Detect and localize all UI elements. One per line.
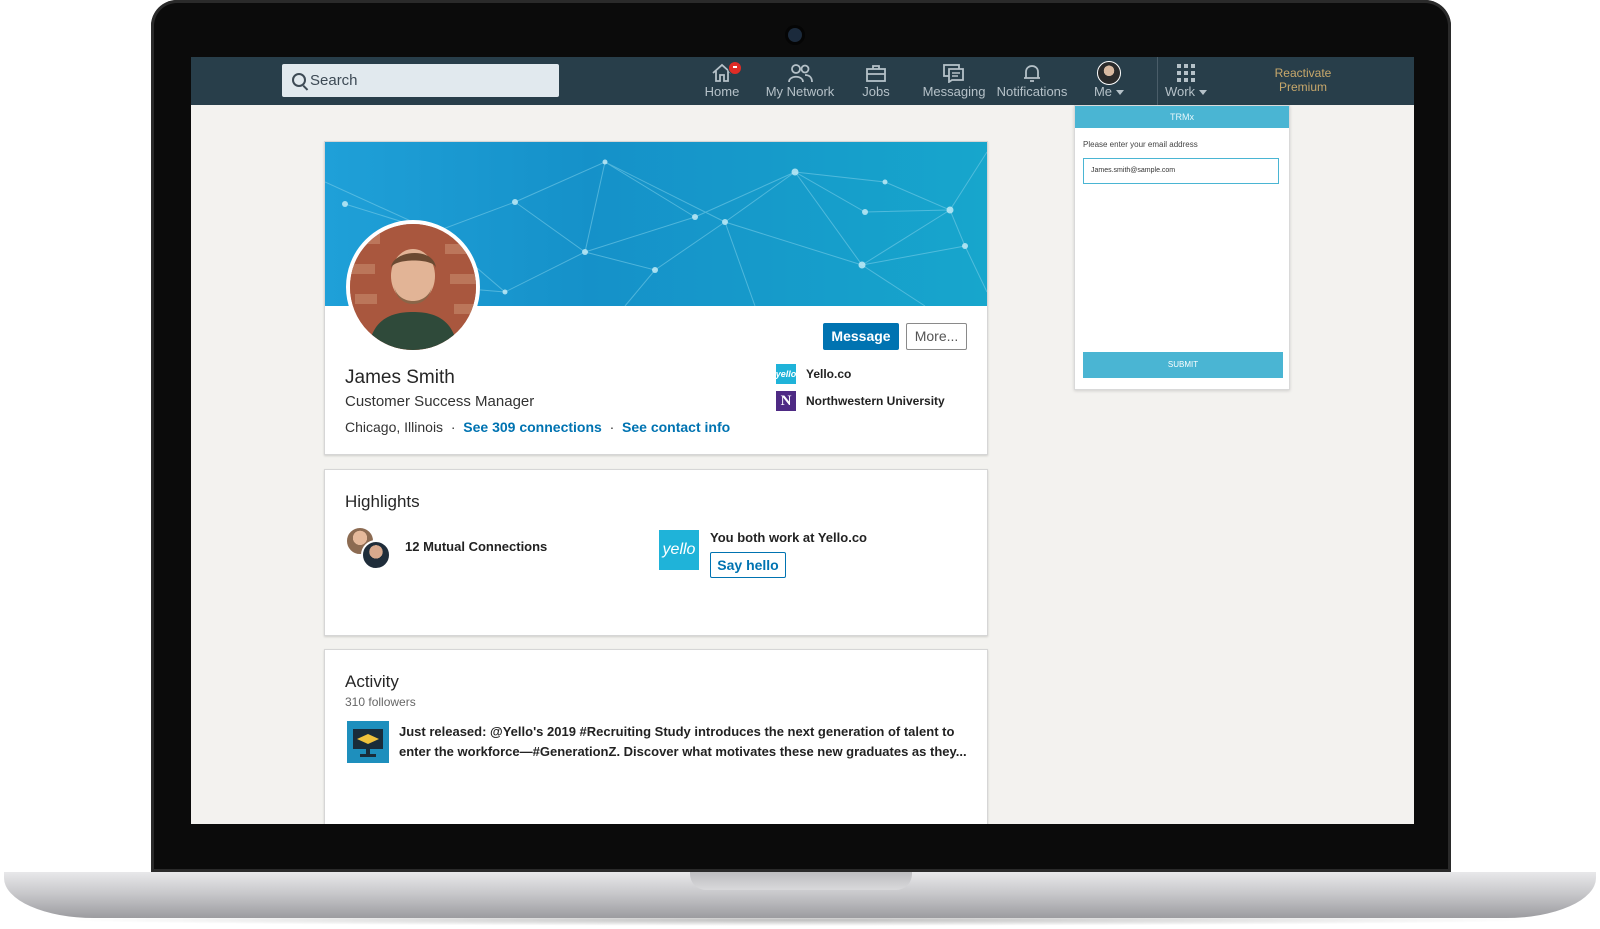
highlights-title: Highlights: [345, 492, 420, 511]
network-icon: [788, 64, 813, 83]
org-name: Northwestern University: [806, 394, 945, 408]
post-line-2: enter the workforce—#GenerationZ. Discov…: [399, 744, 967, 759]
trmx-panel: TRMx Please enter your email address Jam…: [1074, 105, 1290, 390]
see-connections-link[interactable]: See 309 connections: [463, 419, 602, 435]
shared-work-text: You both work at Yello.co: [710, 530, 867, 545]
separator-dot: ·: [446, 419, 460, 435]
premium-line-1: Reactivate: [1274, 66, 1332, 80]
see-contact-info-link[interactable]: See contact info: [622, 419, 730, 435]
location-text: Chicago, Illinois: [345, 419, 444, 435]
messaging-icon: [943, 64, 964, 83]
search-input[interactable]: Search: [282, 64, 559, 97]
followers-count: 310 followers: [345, 695, 416, 709]
top-nav: Search Home My Network Jobs Messaging No…: [191, 57, 1414, 105]
org-northwestern[interactable]: N Northwestern University: [776, 391, 945, 411]
nav-item-jobs[interactable]: Jobs: [856, 61, 896, 105]
email-label: Please enter your email address: [1083, 140, 1198, 149]
email-field[interactable]: James.smith@sample.com: [1083, 158, 1279, 184]
nav-label: Work: [1164, 84, 1196, 99]
mutual-avatars[interactable]: [345, 526, 393, 570]
briefcase-icon: [866, 65, 886, 82]
highlights-card: Highlights 12 Mutual Connections yello Y…: [324, 469, 988, 636]
profile-photo: [346, 220, 480, 354]
northwestern-logo-icon: N: [776, 391, 796, 411]
laptop-notch: [690, 872, 912, 890]
post-text[interactable]: Just released: @Yello's 2019 #Recruiting…: [399, 722, 969, 762]
premium-line-2: Premium: [1278, 80, 1327, 94]
say-hello-button[interactable]: Say hello: [710, 552, 786, 578]
post-thumbnail[interactable]: [347, 721, 389, 763]
grid-icon: [1177, 64, 1195, 82]
search-placeholder: Search: [310, 72, 358, 89]
nav-label: Notifications: [996, 84, 1068, 99]
nav-label: My Network: [765, 84, 835, 99]
camera: [788, 28, 802, 42]
nav-item-home[interactable]: Home: [697, 61, 747, 105]
nav-item-messaging[interactable]: Messaging: [921, 61, 987, 105]
nav-label: Home: [704, 84, 740, 99]
profile-headline: Customer Success Manager: [345, 393, 535, 410]
profile-location-row: Chicago, Illinois · See 309 connections …: [345, 419, 730, 435]
caret-down-icon: [1116, 90, 1125, 96]
org-name: Yello.co: [806, 367, 852, 381]
submit-button[interactable]: SUBMIT: [1083, 352, 1283, 378]
notification-badge: [728, 61, 742, 75]
caret-down-icon: [1199, 90, 1208, 96]
activity-title: Activity: [345, 672, 399, 691]
nav-item-notifications[interactable]: Notifications: [995, 61, 1069, 105]
bell-icon: [1024, 65, 1040, 82]
mutual-connections-text[interactable]: 12 Mutual Connections: [405, 539, 547, 554]
profile-name: James Smith: [345, 367, 455, 388]
avatar: [1097, 61, 1121, 85]
nav-item-work[interactable]: Work: [1161, 61, 1211, 105]
profile-card: Message More... James Smith Customer Suc…: [324, 141, 988, 455]
nav-item-my-network[interactable]: My Network: [764, 61, 836, 105]
graduation-computer-icon: [353, 729, 383, 757]
avatar: [361, 540, 391, 570]
post-line-1: Just released: @Yello's 2019 #Recruiting…: [399, 724, 955, 739]
yello-logo-icon: yello: [776, 364, 796, 384]
more-button[interactable]: More...: [906, 323, 967, 350]
message-button[interactable]: Message: [823, 323, 899, 350]
search-icon: [292, 73, 306, 87]
nav-label: Messaging: [922, 84, 986, 99]
screen: Search Home My Network Jobs Messaging No…: [191, 57, 1414, 824]
trmx-title: TRMx: [1075, 106, 1289, 128]
reactivate-premium-link[interactable]: Reactivate Premium: [1243, 66, 1363, 94]
nav-label: Me: [1093, 84, 1113, 99]
activity-card: Activity 310 followers Just released: @Y…: [324, 649, 988, 824]
separator-dot: ·: [605, 419, 619, 435]
nav-item-me[interactable]: Me: [1087, 61, 1131, 105]
yello-logo-icon: yello: [659, 530, 699, 570]
nav-divider: [1157, 57, 1158, 105]
org-yello[interactable]: yello Yello.co: [776, 364, 851, 384]
nav-label: Jobs: [862, 84, 890, 99]
